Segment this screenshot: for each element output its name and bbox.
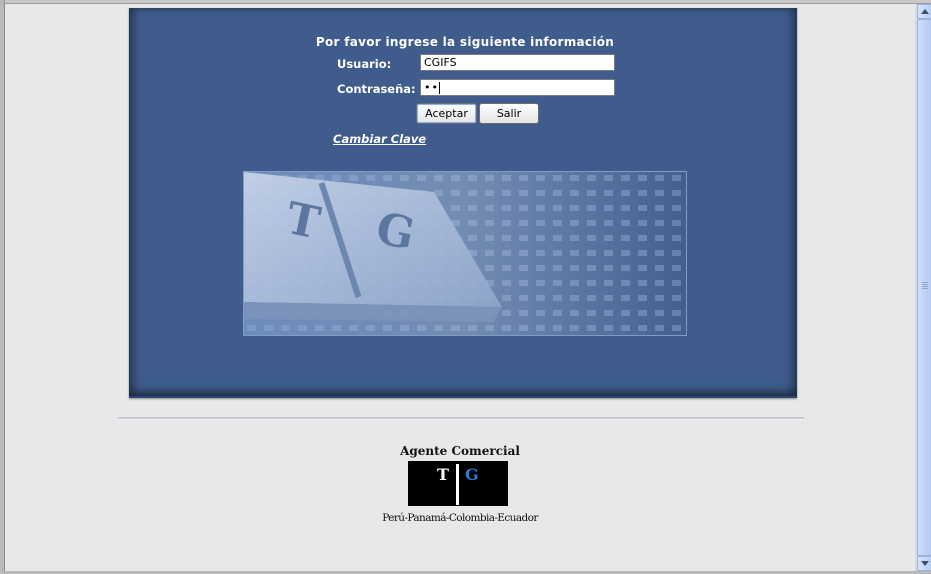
accept-button[interactable]: Aceptar (416, 103, 477, 124)
logo-letter-g: G (465, 465, 479, 484)
arrow-up-icon (921, 9, 929, 14)
logo-countries: Perú-Panamá-Colombia-Ecuador (382, 512, 538, 524)
logo-divider-bar (456, 464, 459, 505)
page-content: Por favor ingrese la siguiente informaci… (5, 4, 915, 571)
change-password-link[interactable]: Cambiar Clave (333, 132, 426, 146)
text-caret (438, 82, 440, 94)
scroll-down-button[interactable] (917, 556, 931, 571)
vertical-scrollbar[interactable] (916, 4, 931, 571)
login-panel: Por favor ingrese la siguiente informaci… (129, 8, 797, 398)
password-mask: •• (424, 81, 439, 94)
tg-banner-image: T G (243, 171, 687, 336)
exit-button[interactable]: Salir (479, 103, 539, 124)
arrow-down-icon (921, 561, 929, 566)
logo-letter-t: T (437, 465, 449, 484)
scroll-up-button[interactable] (917, 4, 931, 19)
scrollbar-thumb[interactable] (917, 19, 931, 556)
tg-banner-graphic: T G (244, 172, 686, 335)
logo-title: Agente Comercial (400, 444, 520, 458)
password-label: Contraseña: (337, 82, 416, 96)
password-input[interactable]: •• (420, 79, 615, 96)
grip-icon (922, 282, 928, 290)
form-title: Por favor ingrese la siguiente informaci… (315, 35, 615, 49)
tg-logo: T G (408, 461, 508, 506)
divider-line (118, 417, 804, 420)
username-input[interactable]: CGIFS (420, 54, 615, 71)
username-label: Usuario: (337, 57, 392, 71)
